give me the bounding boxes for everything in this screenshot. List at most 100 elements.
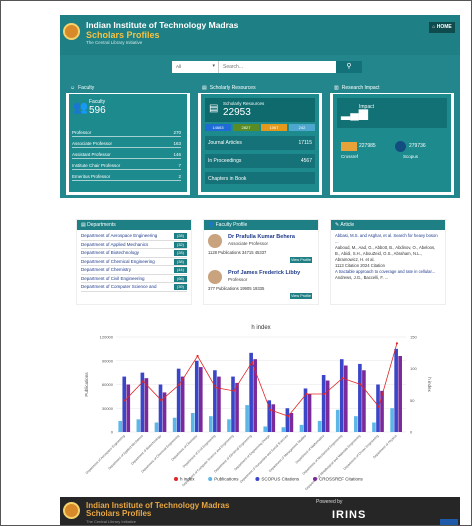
h-index-point: [232, 389, 235, 392]
bar: [394, 348, 398, 432]
search-bar: All Search... ⚲: [172, 61, 362, 73]
y-axis-label: Publications: [84, 372, 89, 397]
x-tick-label: Department of Civil Engineering: [182, 434, 217, 469]
department-item[interactable]: Department of Aerospace Engineering (28): [81, 232, 187, 241]
h-index-point: [377, 405, 380, 408]
impact-card-header: ▥ Research Impact: [330, 83, 454, 93]
bar: [354, 416, 358, 432]
chart-icon: ▥: [334, 85, 339, 91]
bar: [307, 394, 312, 432]
x-tick-label: Department of Ocean Engineering: [342, 434, 379, 471]
bar: [158, 384, 163, 432]
irins-logo[interactable]: IRINS: [332, 509, 366, 521]
department-item[interactable]: Department of Computer Science and (39): [81, 283, 187, 292]
document-icon: ▤: [209, 103, 219, 114]
faculty-row[interactable]: Professor 270: [72, 128, 181, 137]
profile-name[interactable]: Dr Prafulla Kumar Behera: [228, 234, 295, 240]
bar: [343, 365, 348, 432]
bar: [317, 420, 322, 432]
view-profile-button[interactable]: View Profile: [290, 293, 312, 299]
y2-tick-label: 100: [410, 366, 417, 371]
crossref-count: 227985: [359, 143, 376, 149]
resource-row[interactable]: Journal Articles 17115: [205, 136, 315, 150]
profile-name[interactable]: Prof James Frederick Libby: [228, 270, 300, 276]
bar: [118, 420, 123, 432]
home-button[interactable]: ⌂ HOME: [429, 22, 455, 33]
chip[interactable]: 1067: [261, 124, 287, 131]
chart-title: h index: [251, 325, 270, 331]
avatar[interactable]: [208, 234, 222, 248]
bar: [281, 427, 286, 432]
footer-badge[interactable]: [440, 519, 458, 525]
impact-card: ▥ Research Impact ▂▄▆ Impact 227985 Cross…: [330, 83, 454, 195]
departments-list: Department of Aerospace Engineering (28) D…: [77, 230, 191, 294]
legend-label: h index: [180, 477, 195, 482]
footer-subtitle: The Central Library Initiative: [86, 519, 137, 524]
legend-marker: [313, 477, 317, 481]
x-tick-label: Department of Electrical Engineering: [213, 434, 253, 474]
department-item[interactable]: Department of Applied Mechanics (32): [81, 241, 187, 249]
bar: [213, 370, 217, 432]
faculty-row[interactable]: Assistant Professor 146: [72, 150, 181, 159]
bar: [122, 376, 127, 432]
h-index-point: [123, 399, 127, 402]
faculty-row[interactable]: Emeritus Professor 2: [72, 172, 181, 181]
faculty-row[interactable]: Associate Professor 163: [72, 139, 181, 148]
impact-card-body: ▂▄▆ Impact 227985 Crossref 279736 Scopus: [333, 94, 451, 192]
bar: [172, 417, 177, 432]
x-tick-label: Department of Biotechnology: [130, 434, 162, 466]
article-list: Abbasi, M.S. and Asghar, et al. Search f…: [331, 230, 445, 284]
h-index-point: [287, 415, 290, 418]
profile-role: Professor: [228, 277, 248, 282]
bar: [231, 376, 235, 432]
institute-name: Indian Institute of Technology Madras: [86, 20, 239, 30]
profile-role: Associate Professor: [228, 241, 269, 246]
bar: [198, 367, 203, 432]
department-item[interactable]: Department of Chemistry (44): [81, 266, 187, 275]
bar: [376, 384, 380, 432]
site-subtitle: The Central Library Initiative: [86, 40, 143, 45]
scopus-count: 279736: [409, 143, 426, 149]
browser-frame: Indian Institute of Technology Madras Sc…: [0, 0, 472, 526]
site-title: Scholars Profiles: [86, 30, 160, 40]
article-link[interactable]: Abbasi, M.S. and Asghar, et al. Search f…: [335, 233, 438, 244]
bar: [362, 370, 366, 432]
y2-tick-label: 50: [410, 398, 415, 403]
profile-stats: 1128 Publications 34715 45337: [208, 250, 267, 255]
avatar[interactable]: [208, 270, 222, 284]
bar: [154, 422, 159, 432]
search-scope-select[interactable]: All: [172, 61, 218, 73]
bar: [358, 363, 362, 432]
y2-tick-label: 150: [410, 335, 417, 340]
bar: [321, 375, 326, 432]
chip[interactable]: 2827: [233, 124, 259, 131]
article-link[interactable]: A tractable approach to coverage and rat…: [335, 269, 435, 274]
chip[interactable]: 242: [289, 124, 315, 131]
bar: [217, 376, 221, 432]
site-footer: Indian Institute of Technology Madras Sc…: [60, 497, 460, 525]
iitm-logo-icon[interactable]: [63, 23, 80, 40]
legend-label: Publications: [214, 477, 239, 482]
search-input[interactable]: Search...: [218, 61, 336, 73]
view-profile-button[interactable]: View Profile: [290, 257, 312, 263]
iitm-logo-icon: [63, 502, 80, 519]
chip[interactable]: 14663: [205, 124, 231, 131]
department-item[interactable]: Department of Biotechnology (28): [81, 249, 187, 258]
h-index-point: [196, 354, 199, 358]
y2-axis-label: h index: [427, 377, 432, 392]
departments-header: ▤ Departments: [77, 220, 191, 230]
legend-marker: [174, 477, 178, 481]
department-item[interactable]: Department of Chemical Engineering (38): [81, 258, 187, 266]
resources-card-header: ▤ Scholarly Resources: [198, 83, 322, 93]
faculty-card-header: ☺ Faculty: [66, 83, 190, 93]
users-icon: 👥: [73, 100, 88, 114]
resource-row[interactable]: In Proceedings 4567: [205, 154, 315, 168]
search-button[interactable]: ⚲: [336, 61, 362, 73]
resource-row[interactable]: Chapters in Book: [205, 172, 315, 184]
department-item[interactable]: Department of Civil Engineering (66): [81, 275, 187, 283]
faculty-row[interactable]: Institute Chair Professor 7: [72, 161, 181, 170]
info-panels: ▤ Departments Department of Aerospace En…: [76, 219, 446, 305]
bar: [380, 390, 384, 432]
h-index-point: [323, 392, 326, 396]
bar: [227, 419, 231, 432]
